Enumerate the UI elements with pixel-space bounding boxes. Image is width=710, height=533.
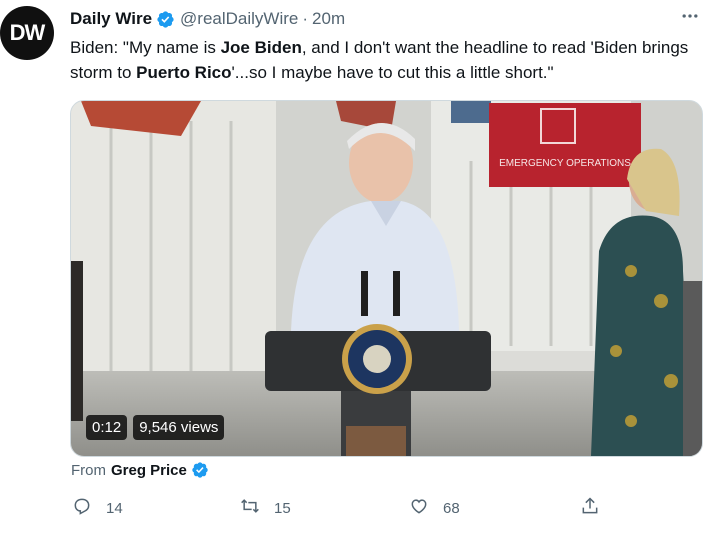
tweet-text: Biden: "My name is Joe Biden, and I don'… [70,35,700,85]
tweet-actions: 14 15 68 [70,496,630,524]
sign-text: EMERGENCY OPERATIONS [499,158,631,169]
author-display-name[interactable]: Daily Wire [70,9,152,29]
share-button[interactable] [580,496,600,520]
verified-badge-icon [156,10,175,29]
video-player[interactable]: EMERGENCY OPERATIONS 0:12 9,546 views [70,100,703,457]
share-icon [580,496,600,520]
video-views: 9,546 views [133,415,225,440]
tweet-text-bold-segment: Puerto Rico [136,63,232,82]
like-button[interactable]: 68 [409,496,460,520]
reply-icon [72,496,92,520]
media-attribution: From Greg Price [71,461,209,479]
tweet-header: Daily Wire @realDailyWire · 20m [70,8,700,30]
tweet-timestamp[interactable]: 20m [312,9,345,29]
author-avatar[interactable]: DW [0,6,54,60]
header-separator: · [302,9,309,28]
attribution-name[interactable]: Greg Price [111,462,187,479]
avatar-logo-text: DW [9,20,46,45]
like-icon [409,496,429,520]
like-count: 68 [443,499,460,517]
tweet-text-bold-segment: Joe Biden [220,38,302,57]
tweet-text-segment: '...so I maybe have to cut this a little… [231,63,554,82]
more-icon[interactable] [678,6,702,26]
reply-count: 14 [106,499,123,517]
video-duration: 0:12 [86,415,128,440]
video-frame: EMERGENCY OPERATIONS [71,101,702,456]
verified-badge-icon [191,461,209,479]
retweet-button[interactable]: 15 [240,496,291,520]
retweet-count: 15 [274,499,291,517]
emergency-sign [489,103,641,187]
reply-button[interactable]: 14 [72,496,123,520]
attribution-prefix: From [71,461,106,479]
tweet-text-segment: Biden: "My name is [70,38,221,57]
retweet-icon [240,496,260,520]
author-handle[interactable]: @realDailyWire [180,9,298,29]
video-badges: 0:12 9,546 views [86,415,225,440]
